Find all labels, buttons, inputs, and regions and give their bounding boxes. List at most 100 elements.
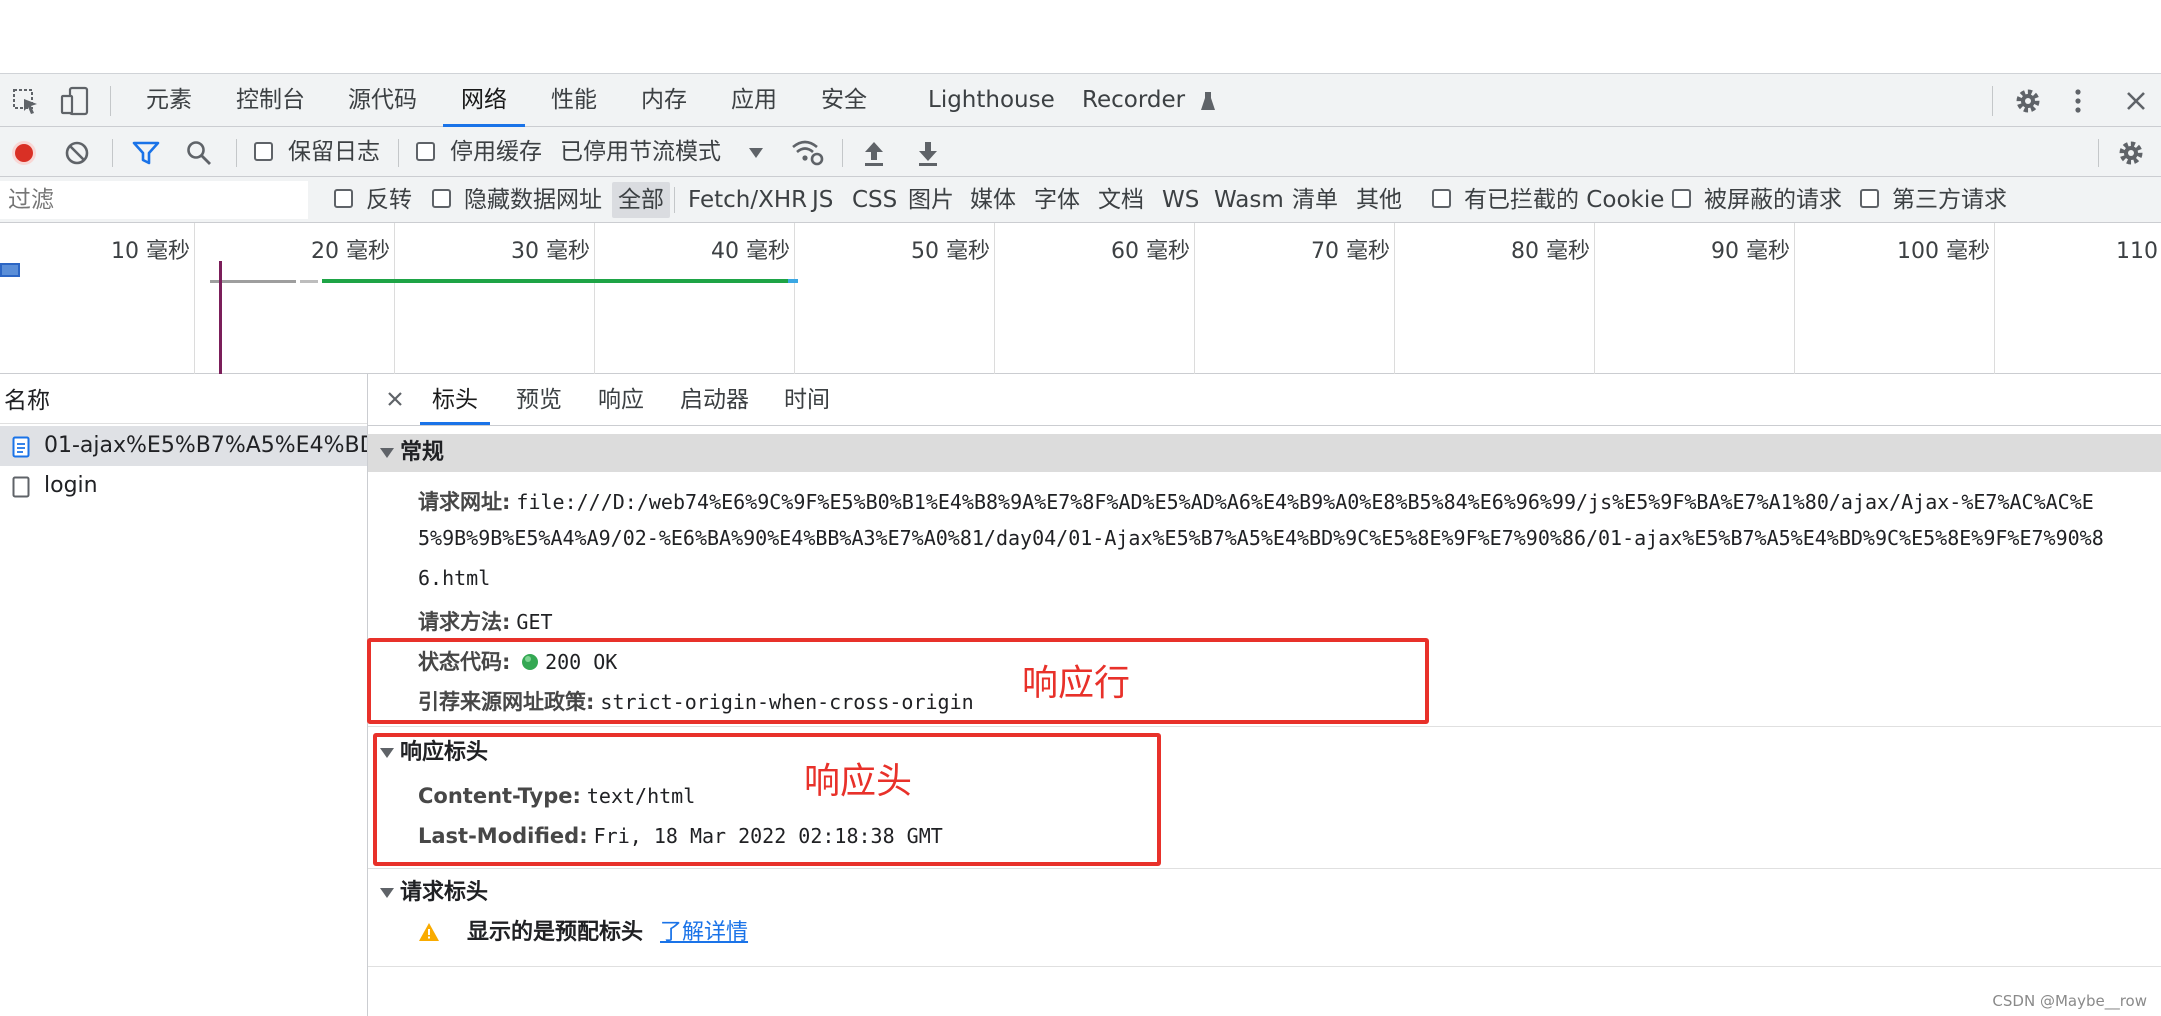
annotation-box-response-head [373,733,1161,866]
settings-gear-icon[interactable] [2013,86,2043,116]
divider [2098,139,2099,167]
network-settings-gear-icon[interactable] [2116,138,2146,168]
filter-type-ws[interactable]: WS [1162,177,1199,223]
tab-preview[interactable]: 预览 [516,374,562,425]
dropdown-arrow-icon[interactable] [748,147,764,159]
import-har-icon[interactable] [862,139,886,167]
general-section-header[interactable]: 常规 [368,434,2161,472]
filter-type-all[interactable]: 全部 [612,182,670,218]
timeline-gridline [194,223,195,374]
tab-timing[interactable]: 时间 [784,374,830,425]
tab-application[interactable]: 应用 [731,74,777,127]
timeline-gridline [1794,223,1795,374]
timeline-gridline [1194,223,1195,374]
filter-type-manifest[interactable]: 清单 [1292,177,1338,223]
third-party-checkbox[interactable] [1860,189,1879,208]
tab-recorder[interactable]: Recorder [1082,74,1216,127]
timeline-gridline [794,223,795,374]
tab-headers[interactable]: 标头 [420,374,490,425]
warning-icon [418,922,440,942]
filter-type-img[interactable]: 图片 [908,177,954,223]
timeline-tick-label: 110 毫 [2116,239,2161,264]
tab-security[interactable]: 安全 [821,74,867,127]
clear-icon[interactable] [64,140,90,166]
tab-initiator[interactable]: 启动器 [680,374,749,425]
section-divider [368,966,2161,967]
request-row[interactable]: login [0,466,367,506]
filter-type-wasm[interactable]: Wasm [1214,177,1284,223]
filter-type-js[interactable]: JS [812,177,833,223]
timeline-gridline [594,223,595,374]
record-icon[interactable] [10,139,38,167]
invert-checkbox[interactable] [334,189,353,208]
tab-sources[interactable]: 源代码 [348,74,417,127]
annotation-response-line-label: 响应行 [1022,663,1131,704]
third-party-label: 第三方请求 [1892,187,2007,213]
request-url-row: 请求网址: file:///D:/web74%E6%9C%9F%E5%B0%B1%… [418,486,2094,516]
request-method-value: GET [516,610,553,634]
learn-more-link[interactable]: 了解详情 [660,920,748,945]
hide-data-urls-checkbox[interactable] [432,189,451,208]
timeline-gridline [1594,223,1595,374]
request-row[interactable]: 01-ajax%E5%B7%A5%E4%BD... [0,426,367,466]
divider [842,139,843,167]
flask-icon [1200,90,1216,112]
request-method-label: 请求方法: [418,610,511,634]
throttling-select[interactable]: 已停用节流模式 [560,127,721,177]
filter-type-other[interactable]: 其他 [1356,177,1402,223]
disable-cache-checkbox[interactable] [416,142,435,161]
blocked-cookies-label: 有已拦截的 Cookie [1464,187,1665,213]
tab-response[interactable]: 响应 [598,374,644,425]
filter-bar: 反转 隐藏数据网址 全部 Fetch/XHR JS CSS 图片 媒体 字体 文… [0,177,2161,223]
filter-type-font[interactable]: 字体 [1034,177,1080,223]
timeline-tick-label: 70 毫秒 [1311,239,1390,264]
disable-cache-label: 停用缓存 [450,139,542,165]
close-details-icon[interactable] [386,390,404,408]
hide-data-urls-label: 隐藏数据网址 [464,187,602,213]
divider [674,187,675,213]
collapse-triangle-icon [380,448,394,458]
preserve-log-label: 保留日志 [288,139,380,165]
timeline-tick-label: 40 毫秒 [711,239,790,264]
tab-performance[interactable]: 性能 [551,74,597,127]
device-toolbar-icon[interactable] [60,86,90,116]
tab-memory[interactable]: 内存 [641,74,687,127]
filter-input[interactable] [0,181,308,219]
tab-lighthouse[interactable]: Lighthouse [928,74,1055,127]
blocked-cookies-checkbox[interactable] [1432,189,1451,208]
window-top-blank [0,0,2161,73]
export-har-icon[interactable] [916,139,940,167]
divider [236,139,237,167]
provisional-headers-warning-row: 显示的是预配标头 了解详情 [418,918,748,948]
filter-type-fetch-xhr[interactable]: Fetch/XHR [688,177,807,223]
request-url-continuation: 5%9B%9B%E5%A4%A9/02-%E6%BA%90%E4%BB%A3%E… [418,526,2104,550]
tab-console[interactable]: 控制台 [236,74,305,127]
request-url-continuation: 6.html [418,566,491,590]
divider [1992,86,1993,116]
preserve-log-checkbox[interactable] [254,142,273,161]
more-options-icon[interactable] [2071,86,2085,116]
close-icon[interactable] [2123,88,2149,114]
timeline-overview[interactable]: 10 毫秒 20 毫秒 30 毫秒 40 毫秒 50 毫秒 60 毫秒 70 毫… [0,223,2161,374]
name-column-header[interactable]: 名称 [0,374,367,424]
generic-file-icon [12,476,30,498]
request-headers-section-header[interactable]: 请求标头 [368,874,2161,912]
filter-type-doc[interactable]: 文档 [1098,177,1144,223]
request-list: 名称 01-ajax%E5%B7%A5%E4%BD... login [0,374,368,1016]
timeline-content-bar [788,279,798,283]
blocked-requests-checkbox[interactable] [1672,189,1691,208]
timeline-tick-label: 100 毫秒 [1897,239,1990,264]
filter-type-media[interactable]: 媒体 [970,177,1016,223]
search-icon[interactable] [186,140,212,166]
filter-icon[interactable] [132,140,160,166]
inspect-element-icon[interactable] [12,88,40,116]
tab-network[interactable]: 网络 [443,74,525,127]
network-conditions-icon[interactable] [790,137,824,167]
timeline-gridline [1994,223,1995,374]
tab-elements[interactable]: 元素 [146,74,192,127]
blocked-requests-label: 被屏蔽的请求 [1704,187,1842,213]
filter-type-css[interactable]: CSS [852,177,897,223]
timeline-tick-label: 80 毫秒 [1511,239,1590,264]
details-tab-bar: 标头 预览 响应 启动器 时间 [368,374,2161,426]
timeline-tick-label: 50 毫秒 [911,239,990,264]
